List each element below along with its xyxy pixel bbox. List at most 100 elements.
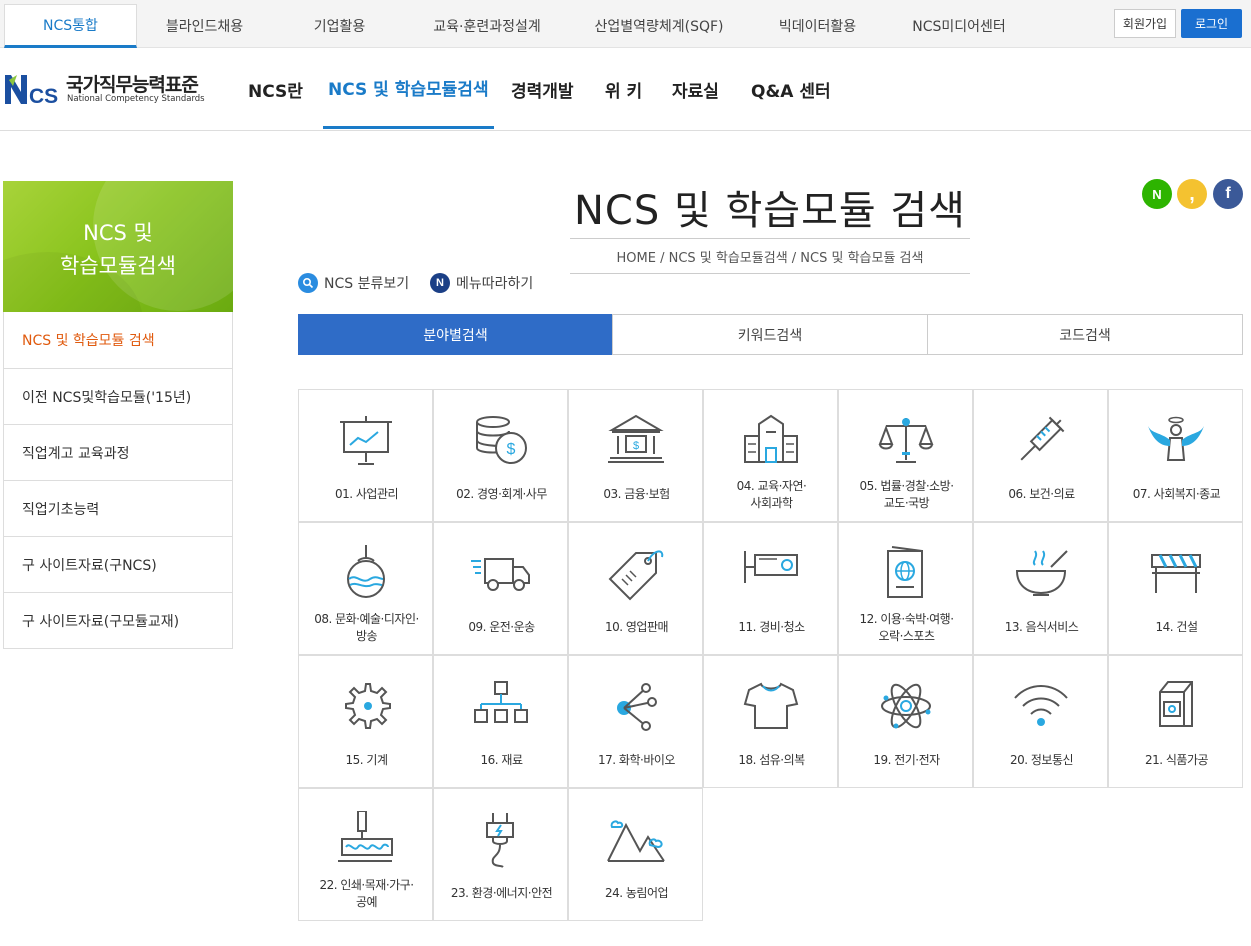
nav-career[interactable]: 경력개발 [511,49,574,130]
kakao-share-icon[interactable]: , [1177,179,1207,209]
cctv-icon [741,545,801,603]
nav-wiki[interactable]: 위 키 [605,49,642,130]
top-tab-media[interactable]: NCS미디어센터 [884,4,1034,48]
ncs-classify-link[interactable]: NCS 분류보기 [298,272,409,294]
category-label: 07. 사회복지·종교 [1132,487,1221,501]
category-item[interactable]: 17. 화학·바이오 [568,655,703,788]
category-label: 23. 환경·에너지·안전 [450,886,553,900]
ornament-icon [336,545,396,603]
ncs-logo-mark: CS [5,75,58,106]
naver-share-icon[interactable]: N [1142,179,1172,209]
angel-icon [1146,412,1206,470]
category-item[interactable]: 10. 영업판매 [568,522,703,655]
category-label: 04. 교육·자연· 사회과학 [736,479,807,510]
ncs-logo[interactable]: CS 국가직무능력표준 National Competency Standard… [3,70,208,110]
category-item[interactable]: 19. 전기·전자 [838,655,973,788]
search-icon [298,273,318,293]
top-tab-sqf[interactable]: 산업별역량체계(SQF) [567,4,751,48]
main-header: CS 국가직무능력표준 National Competency Standard… [0,49,1251,131]
sidebar-item-search[interactable]: NCS 및 학습모듈 검색 [4,312,232,368]
category-label: 09. 운전·운송 [468,620,535,634]
category-item[interactable]: 09. 운전·운송 [433,522,568,655]
category-label: 05. 법률·경찰·소방· 교도·국방 [859,479,954,510]
logo-korean: 국가직무능력표준 [66,74,199,96]
top-tab-ncs[interactable]: NCS통합 [4,4,137,48]
category-item[interactable]: 12. 이용·숙박·여행· 오락·스포츠 [838,522,973,655]
category-item[interactable]: 21. 식품가공 [1108,655,1243,788]
category-label: 14. 건설 [1155,620,1198,634]
breadcrumb: HOME / NCS 및 학습모듈검색 / NCS 및 학습모듈 검색 [616,251,924,266]
top-tab-blind[interactable]: 블라인드채용 [137,4,272,48]
mountains-icon [606,811,666,869]
category-label: 22. 인쇄·목재·가구· 공예 [319,878,414,909]
sidebar-item-old-module[interactable]: 구 사이트자료(구모듈교재) [4,592,232,648]
category-item[interactable]: 16. 재료 [433,655,568,788]
category-item[interactable]: $02. 경영·회계·사무 [433,389,568,522]
category-item[interactable]: 15. 기계 [298,655,433,788]
category-item[interactable]: 14. 건설 [1108,522,1243,655]
facebook-share-icon[interactable]: f [1213,179,1243,209]
category-item[interactable]: 23. 환경·에너지·안전 [433,788,568,921]
category-label: 17. 화학·바이오 [598,753,675,767]
tab-keyword-search[interactable]: 키워드검색 [612,314,928,355]
category-item[interactable]: 22. 인쇄·목재·가구· 공예 [298,788,433,921]
milk-carton-icon [1146,678,1206,736]
syringe-icon [1011,412,1071,470]
nav-search[interactable]: NCS 및 학습모듈검색 [323,49,494,129]
category-item[interactable]: 18. 섬유·의복 [703,655,838,788]
nav-about[interactable]: NCS란 [248,49,303,130]
top-bar: NCS통합 블라인드채용 기업활용 교육·훈련과정설계 산업별역량체계(SQF)… [0,0,1251,48]
svg-text:$: $ [507,441,516,458]
wifi-icon [1011,678,1071,736]
sidebar-menu: NCS 및 학습모듈 검색 이전 NCS및학습모듈('15년) 직업계고 교육과… [3,312,233,649]
sidebar-item-basic[interactable]: 직업기초능력 [4,480,232,536]
nav-qa[interactable]: Q&A 센터 [751,49,831,130]
category-item[interactable]: 20. 정보통신 [973,655,1108,788]
svg-text:$: $ [633,440,639,452]
top-tab-company[interactable]: 기업활용 [272,4,407,48]
menu-follow-link[interactable]: N 메뉴따라하기 [430,272,533,294]
paint-roller-icon [336,810,396,869]
join-button[interactable]: 회원가입 [1114,9,1176,38]
atom-icon [876,678,936,736]
category-item[interactable]: 13. 음식서비스 [973,522,1108,655]
sidebar-item-vocational[interactable]: 직업계고 교육과정 [4,424,232,480]
category-item[interactable]: 11. 경비·청소 [703,522,838,655]
category-label: 10. 영업판매 [604,620,669,634]
school-building-icon [741,412,801,470]
page-title: NCS 및 학습모듈 검색 [574,188,966,234]
category-grid: 01. 사업관리 $02. 경영·회계·사무 $03. 금융·보험 04. 교육·자연… [298,389,1243,922]
category-label: 02. 경영·회계·사무 [456,487,547,501]
category-item[interactable]: $03. 금융·보험 [568,389,703,522]
top-tab-bigdata[interactable]: 빅데이터활용 [751,4,884,48]
hierarchy-blocks-icon [471,678,531,736]
sidebar-item-previous[interactable]: 이전 NCS및학습모듈('15년) [4,368,232,424]
category-item[interactable]: 05. 법률·경찰·소방· 교도·국방 [838,389,973,522]
svg-text:CS: CS [29,85,58,106]
category-label: 11. 경비·청소 [738,620,805,634]
category-item[interactable]: 24. 농림어업 [568,788,703,921]
power-plug-icon [471,811,531,869]
presentation-board-icon [336,412,396,470]
category-item[interactable]: 04. 교육·자연· 사회과학 [703,389,838,522]
tab-code-search[interactable]: 코드검색 [927,314,1243,355]
sidebar-item-old-ncs[interactable]: 구 사이트자료(구NCS) [4,536,232,592]
title-divider [570,238,970,239]
category-item[interactable]: 07. 사회복지·종교 [1108,389,1243,522]
category-label: 08. 문화·예술·디자인· 방송 [314,612,419,643]
category-item[interactable]: 01. 사업관리 [298,389,433,522]
breadcrumb-divider [570,273,970,274]
nav-library[interactable]: 자료실 [672,49,719,130]
category-label: 15. 기계 [345,753,388,767]
ncs-classify-label: NCS 분류보기 [324,276,410,292]
menu-follow-label: 메뉴따라하기 [456,276,534,292]
scales-icon [876,412,936,470]
top-tab-training[interactable]: 교육·훈련과정설계 [407,4,567,48]
category-item[interactable]: 06. 보건·의료 [973,389,1108,522]
category-label: 20. 정보통신 [1009,753,1074,767]
tab-field-search[interactable]: 분야별검색 [298,314,613,355]
bank-icon: $ [606,412,666,470]
category-item[interactable]: 08. 문화·예술·디자인· 방송 [298,522,433,655]
price-tag-icon [606,545,666,603]
login-button[interactable]: 로그인 [1181,9,1242,38]
